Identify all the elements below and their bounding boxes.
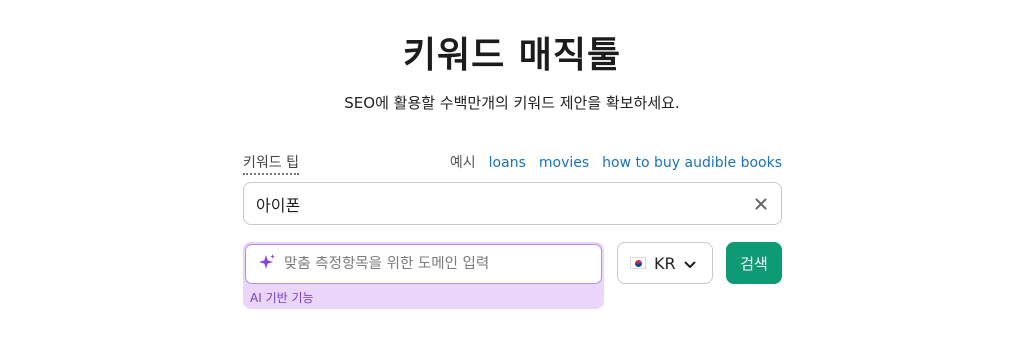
search-button[interactable]: 검색 (726, 242, 782, 284)
country-code: KR (654, 253, 676, 273)
ai-domain-panel: AI 기반 기능 (243, 242, 604, 309)
kr-flag-icon (630, 257, 646, 269)
example-link-audible[interactable]: how to buy audible books (602, 155, 782, 171)
keyword-tips-link[interactable]: 키워드 팁 (243, 152, 299, 175)
page-title: 키워드 매직툴 (402, 35, 622, 76)
keyword-input[interactable] (256, 194, 753, 213)
domain-input[interactable] (284, 256, 589, 272)
examples-label: 예시 (449, 155, 476, 171)
sparkle-icon (258, 253, 276, 275)
country-select[interactable]: KR (617, 242, 713, 284)
chevron-down-icon (684, 254, 696, 273)
page-subtitle: SEO에 활용할 수백만개의 키워드 제안을 확보하세요. (344, 94, 680, 112)
examples-bar: 예시 loans movies how to buy audible books (450, 152, 782, 172)
ai-feature-caption: AI 기반 기능 (250, 291, 314, 305)
example-link-movies[interactable]: movies (539, 155, 589, 171)
example-link-loans[interactable]: loans (489, 155, 526, 171)
keyword-field (243, 182, 782, 225)
domain-field (245, 244, 602, 284)
clear-icon[interactable] (753, 196, 769, 212)
